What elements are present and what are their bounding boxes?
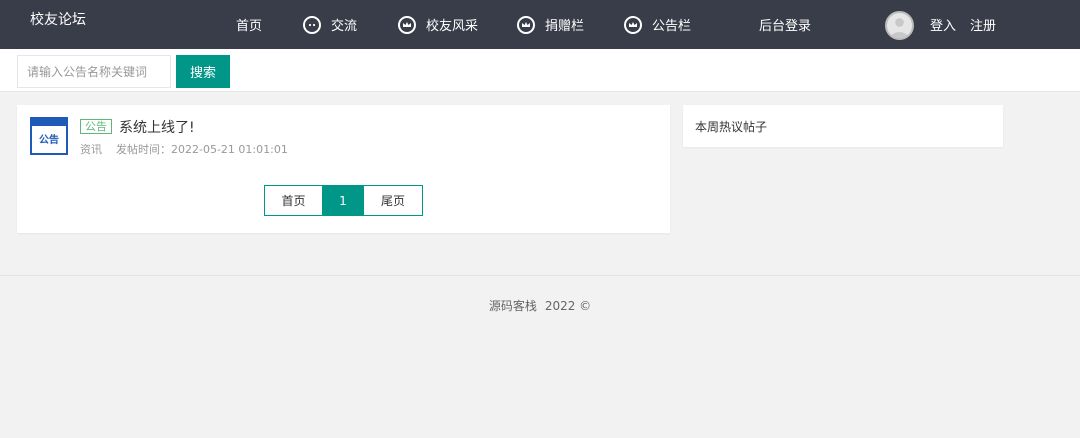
- search-input[interactable]: [17, 55, 171, 88]
- footer-divider: [0, 275, 1080, 276]
- search-bar: 搜索: [0, 49, 1080, 92]
- thumbnail-text: 公告: [39, 135, 59, 146]
- page-last-button[interactable]: 尾页: [364, 185, 423, 216]
- chat-icon: [303, 15, 321, 34]
- nav-notice-label: 公告栏: [652, 19, 692, 34]
- post-category: 资讯: [80, 143, 102, 156]
- nav-exchange-label: 交流: [331, 19, 358, 34]
- page-first-button[interactable]: 首页: [264, 185, 323, 216]
- login-label: 登入: [930, 19, 957, 34]
- crown-icon: [517, 15, 535, 34]
- post-tag: 公告: [80, 119, 112, 134]
- nav-donation-label: 捐赠栏: [545, 19, 585, 34]
- nav-home[interactable]: 首页: [236, 0, 262, 49]
- footer-copyright: 2022 ©: [544, 299, 592, 313]
- nav-home-label: 首页: [236, 19, 263, 34]
- nav-exchange[interactable]: 交流: [303, 0, 357, 49]
- crown-icon: [398, 15, 416, 34]
- search-button[interactable]: 搜索: [176, 55, 230, 88]
- notice-thumbnail-icon[interactable]: 公告: [30, 117, 68, 155]
- nav-notice[interactable]: 公告栏: [624, 0, 691, 49]
- nav-admin-login-label: 后台登录: [759, 19, 812, 34]
- post-title[interactable]: 系统上线了!: [119, 117, 195, 137]
- user-avatar-icon[interactable]: [885, 11, 914, 40]
- top-navbar: 校友论坛 首页 交流 校友风采 捐赠栏 公告栏 后台登录 登入 注册: [0, 0, 1080, 49]
- post-list-panel: 公告 公告 系统上线了! 资讯 发帖时间：2022-05-21 01:01:01 …: [17, 105, 670, 233]
- post-meta: 资讯 发帖时间：2022-05-21 01:01:01: [80, 141, 288, 157]
- footer-text: 源码客栈: [488, 299, 537, 313]
- hot-posts-panel: 本周热议帖子: [683, 105, 1003, 147]
- login-link[interactable]: 登入: [930, 0, 956, 49]
- register-label: 注册: [970, 19, 997, 34]
- page-current-button[interactable]: 1: [323, 185, 364, 216]
- nav-donation[interactable]: 捐赠栏: [517, 0, 584, 49]
- footer: 源码客栈 2022 ©: [0, 297, 1080, 314]
- hot-posts-title: 本周热议帖子: [695, 120, 768, 134]
- nav-alumni[interactable]: 校友风采: [398, 0, 478, 49]
- pagination: 首页 1 尾页: [264, 185, 423, 216]
- site-brand[interactable]: 校友论坛: [30, 9, 86, 29]
- thumbnail-bar: [32, 119, 66, 126]
- register-link[interactable]: 注册: [970, 0, 996, 49]
- nav-alumni-label: 校友风采: [426, 19, 479, 34]
- nav-admin-login[interactable]: 后台登录: [759, 0, 811, 49]
- post-time: 发帖时间：2022-05-21 01:01:01: [116, 143, 288, 156]
- crown-icon: [624, 15, 642, 34]
